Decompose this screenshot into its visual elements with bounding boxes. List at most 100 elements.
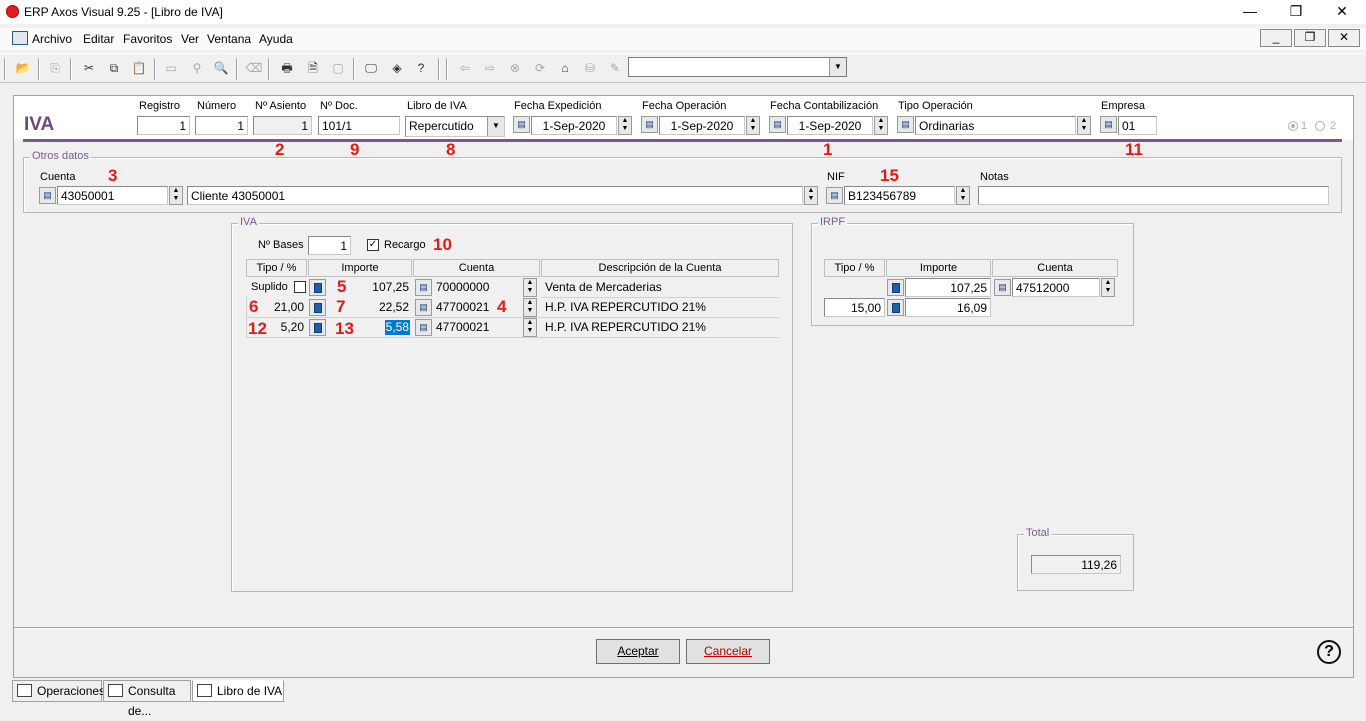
menu-favoritos[interactable]: Favoritos (123, 32, 172, 46)
menu-ayuda[interactable]: Ayuda (259, 32, 293, 46)
chevron-down-icon[interactable]: ▼ (829, 58, 846, 76)
empresa-field[interactable]: 01 (1118, 116, 1157, 135)
bases-field[interactable]: 1 (308, 236, 351, 255)
lookup-icon[interactable]: ▤ (415, 279, 432, 296)
menu-ver[interactable]: Ver (181, 32, 199, 46)
monitor-icon[interactable]: 🖵 (362, 59, 380, 77)
cuenta-spinner[interactable]: ▲ ▼ (523, 278, 537, 297)
iva-row2-cuenta[interactable]: 47700021 (433, 318, 522, 337)
lookup-icon[interactable]: ▤ (897, 116, 914, 133)
export-icon[interactable]: ⎘ (46, 59, 64, 77)
cliente-field[interactable]: Cliente 43050001 (187, 186, 803, 205)
fecha-exp-spinner[interactable]: ▲ ▼ (618, 116, 632, 135)
calculator-icon[interactable] (309, 319, 326, 336)
fecha-op-field[interactable]: 1-Sep-2020 (659, 116, 745, 135)
nif-spinner[interactable]: ▲ ▼ (956, 186, 970, 205)
arrow-left-icon[interactable]: ⇦ (456, 59, 474, 77)
irpf-row0-importe[interactable]: 107,25 (905, 278, 991, 297)
menu-archivo[interactable]: Archivo (32, 32, 72, 46)
menu-editar[interactable]: Editar (83, 32, 114, 46)
cuenta-spinner[interactable]: ▲ ▼ (523, 318, 537, 337)
toolbar-combo[interactable]: ▼ (628, 57, 847, 77)
doc-field[interactable]: 101/1 (318, 116, 400, 135)
irpf-row1-tipo[interactable]: 15,00 (824, 298, 885, 317)
tab-consulta[interactable]: Consulta de... (103, 680, 191, 718)
cliente-spinner[interactable]: ▲ ▼ (804, 186, 818, 205)
fecha-op-spinner[interactable]: ▲ ▼ (746, 116, 760, 135)
marker-3: 3 (108, 166, 118, 185)
suplido-checkbox[interactable] (294, 281, 306, 293)
mdi-minimize-button[interactable]: _ (1260, 29, 1292, 47)
aceptar-button[interactable]: Aceptar (596, 639, 680, 664)
recargo-checkbox[interactable]: ✓ (367, 239, 379, 251)
fecha-cont-spinner[interactable]: ▲ ▼ (874, 116, 888, 135)
close-icon[interactable]: ✕ (1319, 0, 1365, 24)
tab-libro-iva[interactable]: Libro de IVA (192, 680, 284, 702)
notas-field[interactable] (978, 186, 1329, 205)
iva-col-descripcion: Descripción de la Cuenta (541, 259, 779, 277)
fecha-exp-field[interactable]: 1-Sep-2020 (531, 116, 617, 135)
refresh-icon[interactable]: ⟳ (531, 59, 549, 77)
eraser-icon[interactable]: ⌫ (245, 59, 263, 77)
tag-icon[interactable]: ◈ (388, 59, 406, 77)
tipo-op-field[interactable]: Ordinarias (915, 116, 1076, 135)
favorites-icon[interactable]: ⛁ (581, 59, 599, 77)
print-preview-icon[interactable]: 🗎 (304, 59, 322, 77)
radio-2[interactable] (1315, 121, 1325, 131)
open-icon[interactable]: 📂 (14, 59, 32, 77)
numero-field[interactable]: 1 (195, 116, 248, 135)
lookup-icon[interactable]: ▤ (826, 187, 843, 204)
menu-ventana[interactable]: Ventana (207, 32, 251, 46)
mdi-restore-button[interactable]: ❐ (1294, 29, 1326, 47)
cuenta-spinner[interactable]: ▲ ▼ (523, 298, 537, 317)
help-icon[interactable]: ? (412, 59, 430, 77)
irpf-row0-cuenta[interactable]: 47512000 (1012, 278, 1100, 297)
libro-select[interactable]: Repercutido ▼ (405, 116, 505, 137)
print-icon[interactable]: 🖶 (278, 59, 296, 77)
edit-icon[interactable]: ✎ (606, 59, 624, 77)
arrow-right-icon[interactable]: ⇨ (481, 59, 499, 77)
restore-icon[interactable]: ❐ (1273, 0, 1319, 24)
cut-icon[interactable]: ✂ (80, 59, 98, 77)
cancelar-button[interactable]: Cancelar (686, 639, 770, 664)
lookup-icon[interactable]: ▤ (39, 187, 56, 204)
cuenta-spinner[interactable]: ▲ ▼ (1101, 278, 1115, 297)
calendar-icon[interactable]: ▤ (513, 116, 530, 133)
tab-operaciones[interactable]: Operaciones (12, 680, 105, 702)
cuenta-spinner[interactable]: ▲ ▼ (169, 186, 183, 205)
calendar-icon[interactable]: ▤ (769, 116, 786, 133)
radio-2-label: 2 (1330, 120, 1337, 132)
copy-icon[interactable]: ⧉ (105, 59, 123, 77)
stop-icon[interactable]: ⊗ (506, 59, 524, 77)
search-icon[interactable]: 🔍 (212, 59, 230, 77)
lookup-icon[interactable]: ▤ (1100, 116, 1117, 133)
lookup-icon[interactable]: ▤ (994, 279, 1011, 296)
radio-1[interactable] (1288, 121, 1298, 131)
page-icon[interactable]: ▢ (329, 59, 347, 77)
iva-row2-importe[interactable]: 5,58 (385, 320, 410, 335)
cuenta-field[interactable]: 43050001 (57, 186, 168, 205)
nif-field[interactable]: B123456789 (844, 186, 955, 205)
lookup-icon[interactable]: ▤ (415, 319, 432, 336)
tipo-op-spinner[interactable]: ▲ ▼ (1077, 116, 1091, 135)
calculator-icon[interactable] (309, 299, 326, 316)
registro-field[interactable]: 1 (137, 116, 190, 135)
mdi-close-button[interactable]: ✕ (1328, 29, 1360, 47)
calculator-icon[interactable] (887, 279, 904, 296)
calendar-icon[interactable]: ▤ (641, 116, 658, 133)
home-icon[interactable]: ⌂ (556, 59, 574, 77)
irpf-row1-importe[interactable]: 16,09 (905, 298, 991, 317)
chevron-down-icon[interactable]: ▼ (487, 117, 504, 136)
fecha-op-label: Fecha Operación (642, 100, 727, 112)
minimize-icon[interactable]: — (1227, 0, 1273, 24)
window-icon[interactable]: ▭ (162, 59, 180, 77)
calculator-icon[interactable] (887, 299, 904, 316)
paste-icon[interactable]: 📋 (130, 59, 148, 77)
help-icon[interactable]: ? (1317, 640, 1341, 664)
lookup-icon[interactable]: ▤ (415, 299, 432, 316)
calculator-icon[interactable] (309, 279, 326, 296)
fecha-cont-field[interactable]: 1-Sep-2020 (787, 116, 873, 135)
binoculars-icon[interactable]: ⚲ (188, 59, 206, 77)
iva-row1-cuenta[interactable]: 47700021 (433, 298, 522, 317)
iva-row0-cuenta[interactable]: 70000000 (433, 278, 522, 297)
